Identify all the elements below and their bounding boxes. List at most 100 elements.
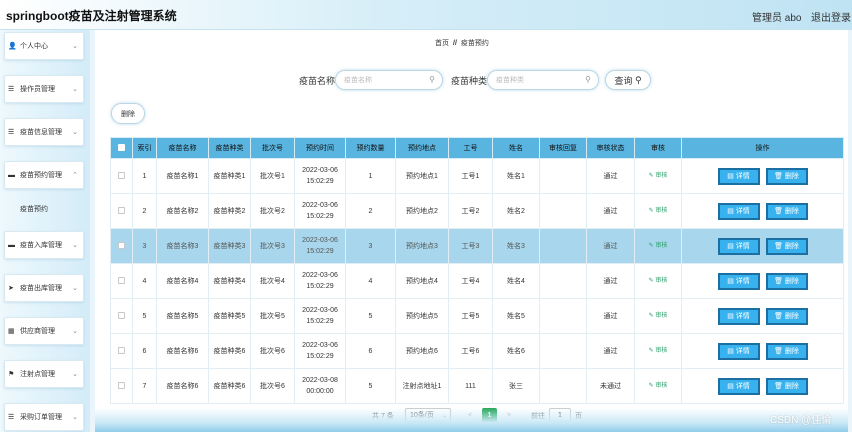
detail-button[interactable]: ▤ 详情 — [717, 237, 760, 255]
delete-button[interactable]: 🗑 删除 — [765, 377, 808, 395]
table-row[interactable]: 4 疫苗名称4 疫苗种类4 批次号4 2022-03-06 15:02:29 4 预约地点4… — [110, 263, 844, 299]
sidebar-item-suppliers[interactable]: ▦ 供应商管理 ⌄ — [4, 317, 84, 345]
goto-page-input[interactable]: 1 — [549, 408, 571, 422]
cell-actions: ▤ 详情 🗑 删除 — [681, 263, 844, 299]
detail-button[interactable]: ▤ 详情 — [717, 202, 760, 220]
detail-button[interactable]: ▤ 详情 — [717, 272, 760, 290]
row-select-cell[interactable] — [110, 368, 133, 404]
vaccine-name-input[interactable] — [336, 71, 416, 89]
audit-link[interactable]: ✎ 审核 — [649, 278, 668, 284]
vaccine-type-input[interactable] — [488, 71, 568, 89]
select-all-checkbox[interactable] — [118, 144, 125, 152]
table-row[interactable]: 3 疫苗名称3 疫苗种类3 批次号3 2022-03-06 15:02:29 3 预约地点3… — [110, 228, 844, 264]
delete-button[interactable]: 🗑 删除 — [765, 237, 808, 255]
sidebar-item-vaccine-info[interactable]: ☰ 疫苗信息管理 ⌄ — [4, 118, 84, 146]
sidebar-item-operators[interactable]: ☰ 操作员管理 ⌄ — [4, 75, 84, 103]
document-icon: ▤ — [727, 277, 736, 285]
cell-actions: ▤ 详情 🗑 删除 — [681, 158, 844, 194]
sidebar-item-vaccine-booking[interactable]: ▬ 疫苗预约管理 ⌃ — [4, 161, 84, 189]
row-checkbox[interactable] — [118, 382, 125, 390]
cell-audit: ✎ 审核 — [634, 193, 682, 229]
table-row[interactable]: 1 疫苗名称1 疫苗种类1 批次号1 2022-03-06 15:02:29 1 预约地点1… — [110, 158, 844, 194]
row-select-cell[interactable] — [110, 263, 133, 299]
submenu-item-vaccine-booking[interactable]: 疫苗预约 — [4, 196, 84, 222]
page-suffix-label: 页 — [575, 413, 582, 420]
logout-link[interactable]: 退出登录 — [811, 9, 851, 24]
cell-type: 疫苗种类6 — [208, 333, 251, 369]
cell-time: 2022-03-06 15:02:29 — [294, 333, 346, 369]
sidebar-item-purchase-orders[interactable]: ☰ 采购订单管理 ⌄ — [4, 403, 84, 431]
detail-button-label: 详情 — [735, 207, 750, 215]
row-checkbox[interactable] — [118, 312, 125, 320]
cell-type: 疫苗种类1 — [208, 158, 251, 194]
sidebar-item-vaccine-inbound[interactable]: ▬ 疫苗入库管理 ⌄ — [4, 231, 84, 259]
sidebar-item-personal-center[interactable]: 👤 个人中心 ⌄ — [4, 32, 84, 60]
chevron-down-icon: ⌄ — [72, 285, 78, 292]
query-button[interactable]: 查询 ⚲ — [605, 70, 651, 90]
detail-button[interactable]: ▤ 详情 — [717, 167, 760, 185]
sidebar: 👤 个人中心 ⌄ ☰ 操作员管理 ⌄ ☰ 疫苗信息管理 ⌄ ▬ 疫苗预约管理 ⌃… — [0, 30, 90, 432]
cell-name: 疫苗名称4 — [156, 263, 209, 299]
row-select-cell[interactable] — [110, 298, 133, 334]
cell-status: 通过 — [586, 263, 635, 299]
delete-button[interactable]: 🗑 删除 — [765, 342, 808, 360]
detail-button[interactable]: ▤ 详情 — [717, 377, 760, 395]
cell-qty: 5 — [345, 298, 396, 334]
cell-qty: 2 — [345, 193, 396, 229]
cell-reply — [539, 368, 587, 404]
sidebar-item-injection-points[interactable]: ⚑ 注射点管理 ⌄ — [4, 360, 84, 388]
audit-link[interactable]: ✎ 审核 — [649, 243, 668, 249]
row-checkbox[interactable] — [118, 277, 125, 285]
main-content: 首页 //疫苗预约 疫苗名称 ⚲ 疫苗种类 ⚲ 查询 ⚲ 删除 索引 疫苗名称 疫… — [95, 30, 848, 432]
document-icon: ▤ — [727, 172, 736, 180]
cell-time: 2022-03-06 15:02:29 — [294, 228, 346, 264]
prev-page-button[interactable]: < — [463, 408, 477, 422]
delete-button[interactable]: 🗑 删除 — [765, 272, 808, 290]
breadcrumb-home[interactable]: 首页 — [435, 40, 449, 47]
page-size-select[interactable]: 10条/页 ⌄ — [405, 408, 451, 422]
cell-index: 1 — [132, 158, 157, 194]
delete-button[interactable]: 🗑 删除 — [765, 167, 808, 185]
chevron-down-icon: ⌄ — [72, 328, 78, 335]
audit-link[interactable]: ✎ 审核 — [649, 383, 668, 389]
cell-index: 4 — [132, 263, 157, 299]
detail-button[interactable]: ▤ 详情 — [717, 342, 760, 360]
audit-link[interactable]: ✎ 审核 — [649, 313, 668, 319]
row-select-cell[interactable] — [110, 333, 133, 369]
row-select-cell[interactable] — [110, 193, 133, 229]
row-checkbox[interactable] — [118, 242, 125, 250]
audit-link[interactable]: ✎ 审核 — [649, 208, 668, 214]
row-select-cell[interactable] — [110, 228, 133, 264]
app-title: springboot疫苗及注射管理系统 — [6, 9, 177, 23]
table-row[interactable]: 6 疫苗名称6 疫苗种类6 批次号6 2022-03-06 15:02:29 6 预约地点6… — [110, 333, 844, 369]
breadcrumb-current: 疫苗预约 — [460, 40, 489, 47]
sidebar-item-label: 疫苗预约管理 — [20, 172, 62, 179]
column-header: 预约时间 — [294, 137, 346, 159]
vaccine-type-field[interactable]: ⚲ — [487, 70, 599, 90]
table-row[interactable]: 2 疫苗名称2 疫苗种类2 批次号2 2022-03-06 15:02:29 2 预约地点2… — [110, 193, 844, 229]
audit-link[interactable]: ✎ 审核 — [649, 173, 668, 179]
table-row[interactable]: 5 疫苗名称5 疫苗种类5 批次号5 2022-03-06 15:02:29 5 预约地点5… — [110, 298, 844, 334]
row-select-cell[interactable] — [110, 158, 133, 194]
delete-button[interactable]: 🗑 删除 — [765, 202, 808, 220]
chevron-down-icon: ⌄ — [72, 414, 78, 421]
row-checkbox[interactable] — [118, 172, 125, 180]
sidebar-item-vaccine-outbound[interactable]: ➤ 疫苗出库管理 ⌄ — [4, 274, 84, 302]
row-checkbox[interactable] — [118, 347, 125, 355]
detail-button[interactable]: ▤ 详情 — [717, 307, 760, 325]
sidebar-item-label: 采购订单管理 — [20, 414, 62, 421]
flag-icon: ⚑ — [8, 371, 15, 378]
row-checkbox[interactable] — [118, 207, 125, 215]
search-icon: ⚲ — [585, 75, 591, 84]
next-page-button[interactable]: > — [502, 408, 516, 422]
delete-button[interactable]: 🗑 删除 — [765, 307, 808, 325]
select-all-cell[interactable] — [110, 137, 133, 159]
audit-link[interactable]: ✎ 审核 — [649, 348, 668, 354]
cell-actions: ▤ 详情 🗑 删除 — [681, 193, 844, 229]
vaccine-name-field[interactable]: ⚲ — [335, 70, 443, 90]
page-number-1[interactable]: 1 — [482, 408, 497, 423]
batch-delete-button[interactable]: 删除 — [111, 103, 145, 124]
table-row[interactable]: 7 疫苗名称6 疫苗种类6 批次号6 2022-03-08 00:00:00 5 注射点地址… — [110, 368, 844, 404]
cell-time: 2022-03-06 15:02:29 — [294, 193, 346, 229]
cell-reply — [539, 158, 587, 194]
